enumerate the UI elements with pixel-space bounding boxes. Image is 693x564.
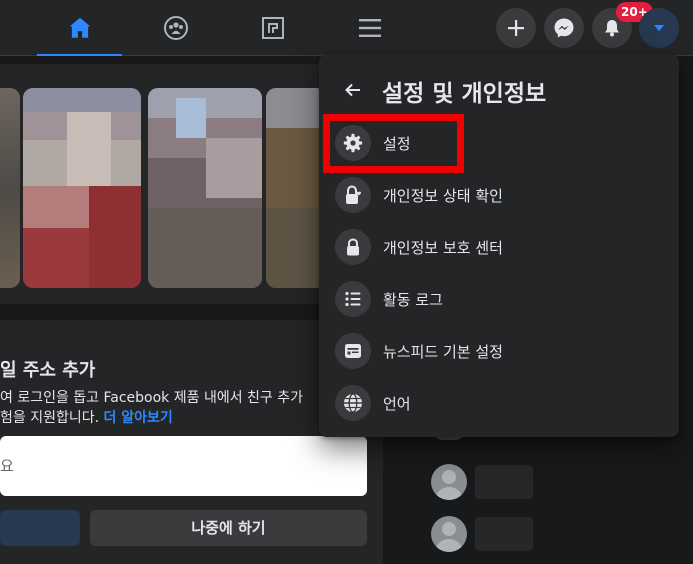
lock-icon bbox=[335, 229, 371, 265]
email-card-description: 여 로그인을 돕고 Facebook 제품 내에서 친구 추가 험을 지원합니다… bbox=[0, 388, 303, 428]
lock-heart-icon bbox=[335, 177, 371, 213]
story-image bbox=[176, 98, 206, 138]
story-image bbox=[266, 88, 326, 288]
story-card[interactable] bbox=[23, 88, 141, 288]
menu-item-feed-preferences[interactable]: 뉴스피드 기본 설정 bbox=[327, 325, 671, 377]
email-card-desc-line: 험을 지원합니다. 더 알아보기 bbox=[0, 408, 303, 428]
story-image bbox=[89, 186, 141, 288]
add-email-button[interactable] bbox=[0, 510, 80, 546]
list-icon bbox=[335, 281, 371, 317]
menu-item-privacy-center[interactable]: 개인정보 보호 센터 bbox=[327, 221, 671, 273]
menu-item-privacy-checkup[interactable]: 개인정보 상태 확인 bbox=[327, 169, 671, 221]
email-card-desc-line: 여 로그인을 돕고 Facebook 제품 내에서 친구 추가 bbox=[0, 390, 304, 406]
back-button[interactable] bbox=[335, 72, 371, 108]
account-button[interactable] bbox=[639, 8, 679, 48]
email-input[interactable]: 요 bbox=[0, 436, 367, 496]
menu-item-label: 개인정보 상태 확인 bbox=[383, 186, 503, 205]
tab-gaming[interactable] bbox=[230, 0, 315, 56]
story-image bbox=[206, 138, 262, 198]
menu-icon bbox=[358, 19, 381, 37]
story-image bbox=[67, 112, 111, 186]
tab-home[interactable] bbox=[37, 0, 122, 57]
plus-icon bbox=[508, 20, 524, 36]
highlight-annotation bbox=[323, 114, 464, 173]
story-card[interactable] bbox=[266, 88, 326, 288]
contact-avatar[interactable] bbox=[431, 516, 467, 552]
caret-down-icon bbox=[654, 25, 664, 31]
groups-icon bbox=[163, 16, 188, 40]
messenger-button[interactable] bbox=[544, 8, 584, 48]
email-card-desc-text: 험을 지원합니다. bbox=[0, 410, 100, 426]
story-image bbox=[0, 88, 20, 288]
menu-item-label: 언어 bbox=[383, 394, 411, 413]
story-card[interactable] bbox=[148, 88, 262, 288]
tab-menu[interactable] bbox=[327, 0, 412, 56]
create-button[interactable] bbox=[496, 8, 536, 48]
contact-name[interactable] bbox=[475, 517, 533, 551]
globe-icon bbox=[335, 385, 371, 421]
menu-item-language[interactable]: 언어 bbox=[327, 377, 671, 429]
arrow-left-icon bbox=[345, 83, 360, 97]
gaming-icon bbox=[261, 17, 284, 39]
settings-privacy-menu: 설정 및 개인정보 설정 개인정보 상태 확인 개인정보 보호 센터 활동 로그… bbox=[319, 54, 679, 437]
menu-item-label: 뉴스피드 기본 설정 bbox=[383, 342, 503, 361]
contact-name[interactable] bbox=[475, 465, 533, 499]
home-icon bbox=[69, 17, 90, 38]
feed-icon bbox=[335, 333, 371, 369]
bell-icon bbox=[605, 20, 619, 37]
menu-item-label: 활동 로그 bbox=[383, 290, 443, 309]
tab-groups[interactable] bbox=[133, 0, 218, 56]
menu-item-activity-log[interactable]: 활동 로그 bbox=[327, 273, 671, 325]
email-card-title: 일 주소 추가 bbox=[0, 360, 96, 381]
story-card[interactable] bbox=[0, 88, 20, 288]
menu-item-label: 개인정보 보호 센터 bbox=[383, 238, 503, 257]
menu-title: 설정 및 개인정보 bbox=[382, 81, 547, 107]
later-button[interactable]: 나중에 하기 bbox=[90, 510, 367, 546]
contact-avatar[interactable] bbox=[431, 464, 467, 500]
messenger-icon bbox=[554, 18, 574, 38]
learn-more-link[interactable]: 더 알아보기 bbox=[104, 410, 173, 426]
top-navigation-bar: 20+ bbox=[0, 0, 693, 57]
